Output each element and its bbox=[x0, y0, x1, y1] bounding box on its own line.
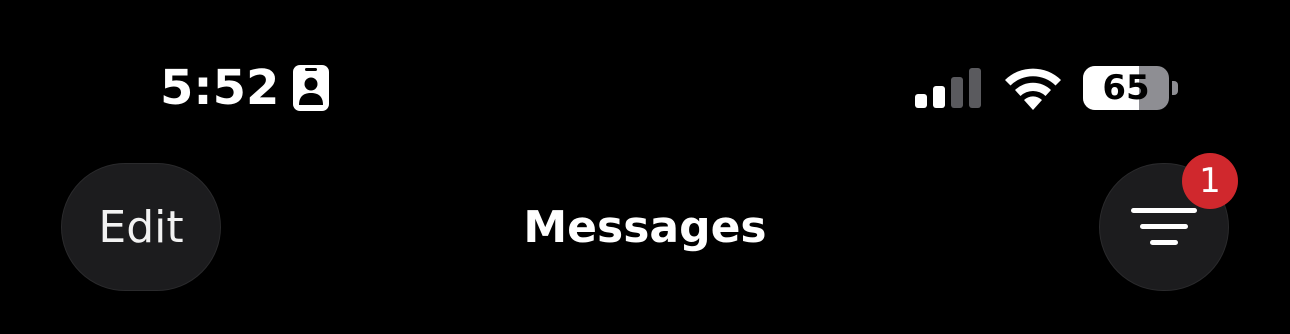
battery-icon: 65 bbox=[1083, 66, 1179, 110]
wifi-icon bbox=[1005, 68, 1061, 110]
status-time: 5:52 bbox=[160, 60, 280, 116]
edit-button-label: Edit bbox=[98, 201, 184, 253]
filter-badge: 1 bbox=[1182, 153, 1238, 209]
person-id-card-icon bbox=[293, 65, 330, 111]
messages-screen: 5:52 65 Edit Messages 1 bbox=[0, 0, 1290, 334]
edit-button[interactable]: Edit bbox=[61, 163, 221, 291]
battery-percentage: 65 bbox=[1102, 68, 1150, 108]
status-bar-time-group: 5:52 bbox=[160, 58, 330, 118]
page-title: Messages bbox=[523, 202, 767, 253]
battery-body: 65 bbox=[1083, 66, 1169, 110]
battery-cap bbox=[1172, 81, 1178, 95]
cellular-signal-icon bbox=[915, 68, 981, 108]
filter-lines-icon bbox=[1131, 208, 1197, 245]
